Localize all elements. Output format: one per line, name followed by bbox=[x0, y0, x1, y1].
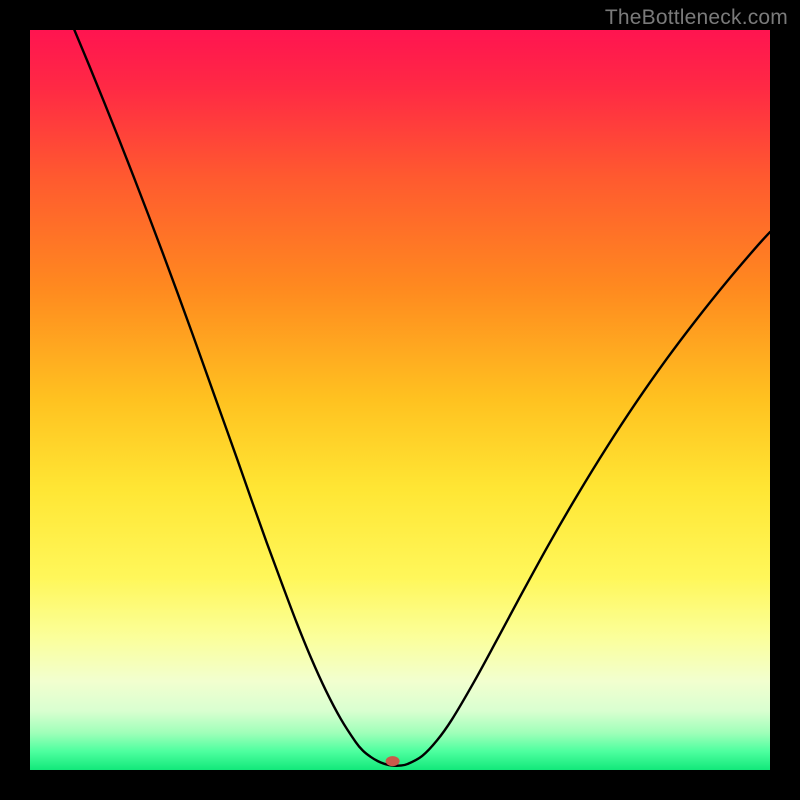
watermark-text: TheBottleneck.com bbox=[605, 6, 788, 30]
chart-frame: TheBottleneck.com bbox=[0, 0, 800, 800]
plot-area bbox=[30, 30, 770, 770]
bottleneck-chart bbox=[30, 30, 770, 770]
gradient-background bbox=[30, 30, 770, 770]
optimum-marker bbox=[386, 756, 400, 766]
